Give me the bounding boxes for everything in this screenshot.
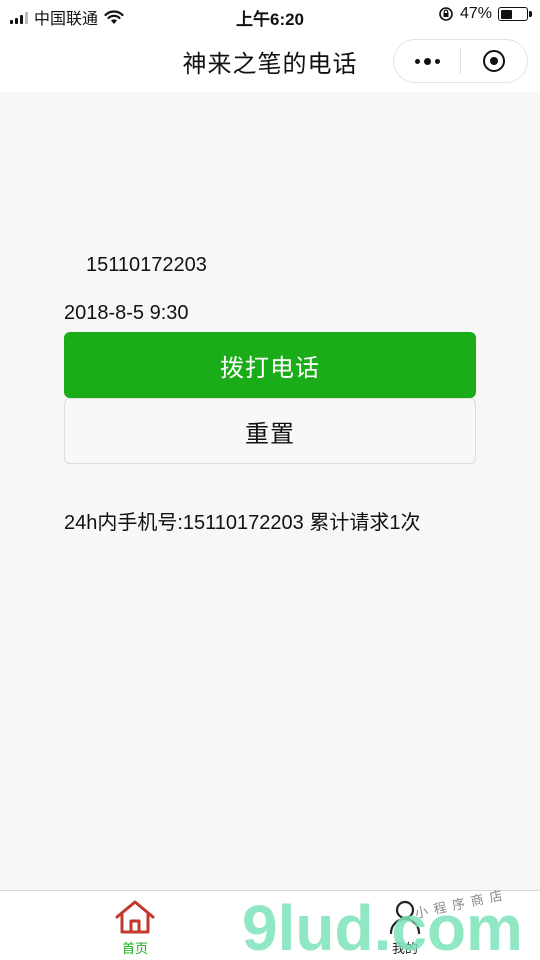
battery-percent: 47% bbox=[459, 5, 492, 22]
miniprogram-capsule bbox=[393, 39, 528, 83]
status-right: 47% bbox=[438, 5, 532, 23]
status-bar: 中国联通 上午6:20 47% bbox=[0, 0, 540, 30]
tab-home[interactable]: 首页 bbox=[95, 899, 175, 957]
tab-home-label: 首页 bbox=[121, 941, 148, 956]
tab-mine-label: 我的 bbox=[391, 941, 418, 956]
target-icon bbox=[483, 50, 505, 72]
tab-bar: 首页 我的 bbox=[0, 890, 540, 960]
battery-fill bbox=[500, 9, 512, 19]
more-icon bbox=[414, 57, 440, 65]
close-miniprogram-button[interactable] bbox=[461, 40, 527, 82]
request-info: 24h内手机号:15110172203 累计请求1次 bbox=[64, 512, 421, 534]
home-icon bbox=[115, 900, 155, 934]
call-datetime: 2018-8-5 9:30 bbox=[64, 302, 189, 324]
tab-mine[interactable]: 我的 bbox=[365, 899, 445, 957]
battery-icon bbox=[498, 7, 532, 21]
navigation-bar: 神来之笔的电话 bbox=[0, 30, 540, 92]
user-icon bbox=[389, 900, 421, 935]
orientation-lock-icon bbox=[439, 7, 453, 21]
call-button[interactable]: 拨打电话 bbox=[64, 332, 476, 398]
phone-number: 15110172203 bbox=[86, 254, 207, 276]
reset-button[interactable]: 重置 bbox=[64, 398, 476, 464]
more-button[interactable] bbox=[394, 40, 460, 82]
